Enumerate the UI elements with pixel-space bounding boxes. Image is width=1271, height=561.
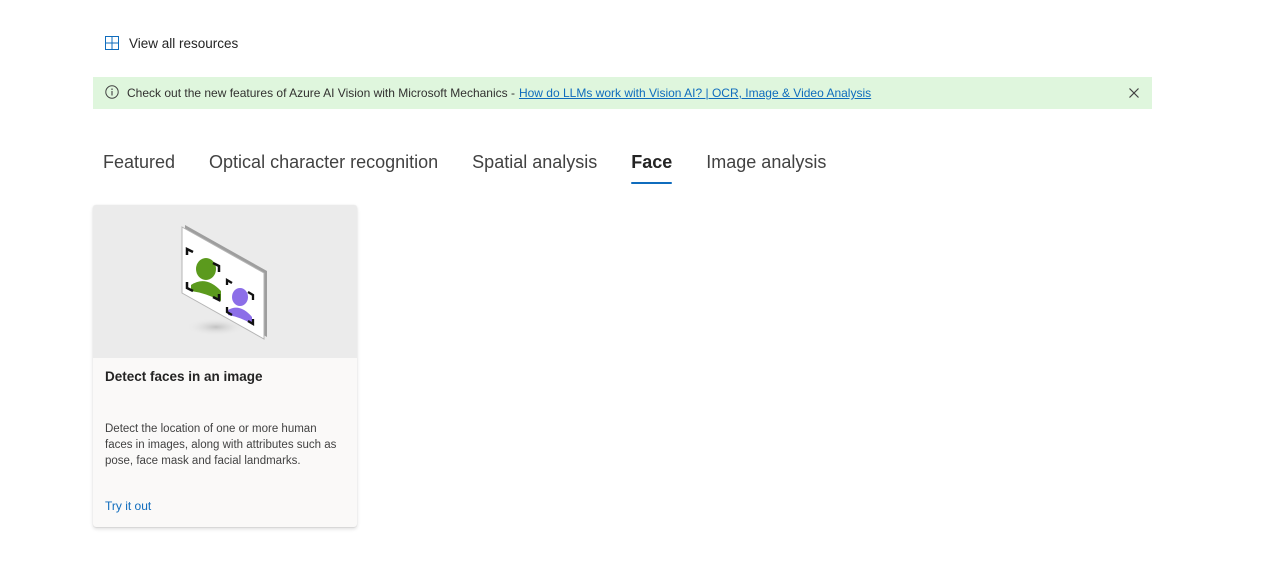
close-icon[interactable]: [1126, 85, 1142, 101]
try-it-out-link[interactable]: Try it out: [105, 499, 151, 513]
info-icon: [105, 84, 119, 102]
card-description: Detect the location of one or more human…: [105, 423, 337, 467]
card-title: Detect faces in an image: [105, 369, 263, 384]
tab-image-analysis[interactable]: Image analysis: [696, 146, 836, 180]
tab-face[interactable]: Face: [621, 146, 682, 184]
tab-featured[interactable]: Featured: [93, 146, 185, 180]
face-detection-illustration-icon: [181, 225, 267, 340]
tab-list: Featured Optical character recognition S…: [93, 146, 850, 186]
card-thumbnail: [93, 205, 357, 358]
banner-link[interactable]: How do LLMs work with Vision AI? | OCR, …: [519, 86, 871, 100]
view-all-resources-label: View all resources: [129, 35, 239, 51]
view-all-resources-link[interactable]: View all resources: [105, 33, 238, 53]
banner-text: Check out the new features of Azure AI V…: [127, 86, 515, 100]
tab-spatial-analysis[interactable]: Spatial analysis: [462, 146, 607, 180]
info-banner: Check out the new features of Azure AI V…: [93, 77, 1152, 109]
tab-optical-character-recognition[interactable]: Optical character recognition: [199, 146, 448, 180]
grid-icon: [105, 36, 119, 50]
detect-faces-card[interactable]: Detect faces in an image Detect the loca…: [93, 205, 357, 527]
